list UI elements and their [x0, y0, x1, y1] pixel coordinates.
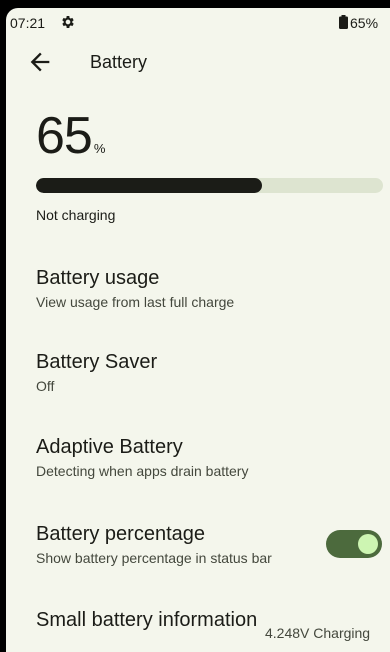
settings-screen: 07:21 65% Battery 65% Not charging Batte…	[6, 8, 390, 652]
battery-level-bar-fill	[36, 178, 262, 193]
battery-usage-title: Battery usage	[36, 267, 160, 289]
battery-level-number: 65	[36, 107, 93, 165]
battery-percentage-item[interactable]: Battery percentage Show battery percenta…	[36, 522, 316, 567]
back-button[interactable]	[26, 48, 54, 76]
battery-usage-item[interactable]: Battery usage View usage from last full …	[36, 266, 390, 311]
battery-saver-title: Battery Saver	[36, 351, 158, 373]
battery-percentage-title: Battery percentage	[36, 523, 205, 545]
status-battery-percent: 65%	[350, 15, 379, 31]
status-time: 07:21	[10, 15, 46, 31]
battery-saver-item[interactable]: Battery Saver Off	[36, 350, 390, 395]
battery-usage-summary: View usage from last full charge	[36, 294, 235, 310]
battery-level: 65%	[36, 106, 105, 166]
small-battery-info-item[interactable]: Small battery information 4.248V Chargin…	[36, 608, 390, 652]
page-title: Battery	[90, 52, 148, 72]
battery-percentage-summary: Show battery percentage in status bar	[36, 550, 272, 566]
adaptive-battery-title: Adaptive Battery	[36, 436, 183, 458]
battery-icon	[339, 15, 348, 29]
device-frame: 07:21 65% Battery 65% Not charging Batte…	[0, 0, 390, 652]
battery-saver-summary: Off	[36, 378, 55, 394]
charging-status: Not charging	[36, 207, 116, 223]
battery-level-bar	[36, 178, 383, 193]
adaptive-battery-item[interactable]: Adaptive Battery Detecting when apps dra…	[36, 435, 390, 480]
battery-level-unit: %	[93, 141, 106, 156]
toggle-thumb	[358, 534, 378, 554]
adaptive-battery-summary: Detecting when apps drain battery	[36, 463, 249, 479]
gear-icon	[62, 16, 74, 28]
battery-percentage-toggle[interactable]	[326, 530, 382, 558]
status-bar: 07:21 65%	[6, 8, 390, 36]
small-battery-info-value: 4.248V Charging	[265, 625, 371, 641]
arrow-back-icon	[30, 52, 50, 72]
